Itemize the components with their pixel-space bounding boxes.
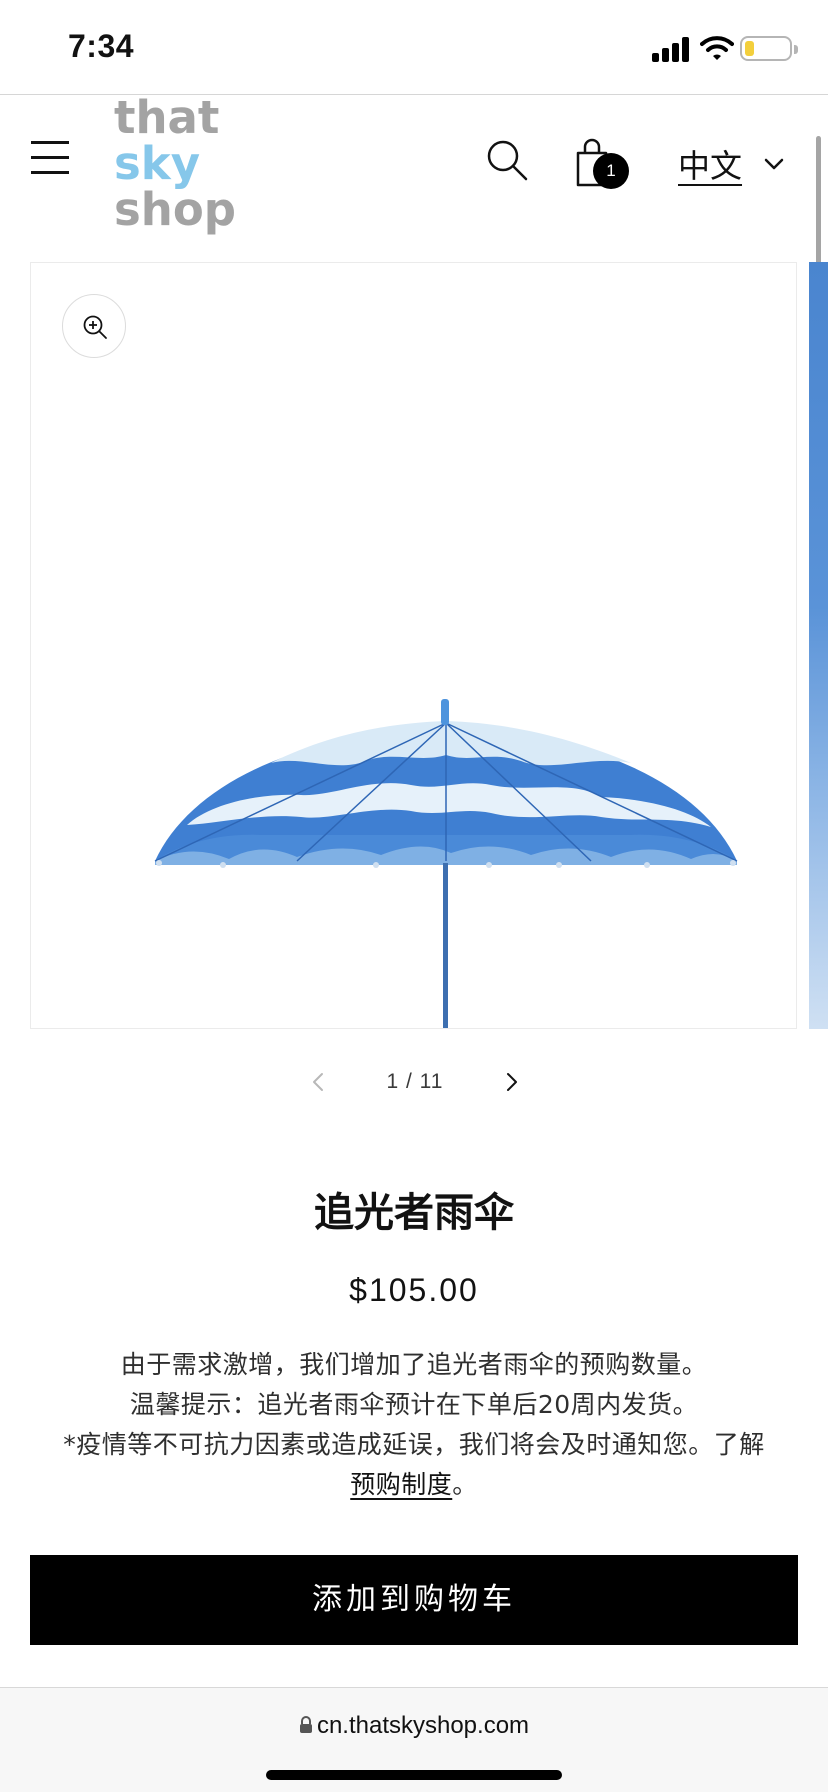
chevron-right-icon[interactable] [502,1066,522,1098]
url-text: cn.thatskyshop.com [316,1712,530,1739]
product-description: 由于需求激增，我们增加了追光者雨伞的预购数量。 温馨提示：追光者雨伞预计在下单后… [30,1345,798,1505]
product-price: $105.00 [349,1272,479,1308]
slide-counter: 1 / 11 [386,1070,444,1093]
menu-icon[interactable] [31,141,69,175]
language-selector[interactable]: 中文 [678,141,784,187]
logo-line-that: that [114,91,220,144]
description-line: 温馨提示：追光者雨伞预计在下单后20周内发货。 [129,1390,699,1419]
cart-count-badge: 1 [593,153,629,189]
language-label: 中文 [678,147,743,185]
description-line: 预购制度。 [30,1465,798,1505]
search-icon[interactable] [486,139,528,181]
next-image-peek[interactable] [809,262,828,1029]
product-title: 追光者雨伞 [314,1190,514,1236]
zoom-in-icon [83,315,107,339]
logo-line-sky: sky [114,137,201,190]
status-bar: 7:34 [0,0,828,95]
site-header: that sky shop 中文 [0,95,828,245]
preorder-policy-link[interactable]: 预购制度 [350,1470,452,1499]
url-field[interactable]: cn.thatskyshop.com [0,1712,828,1740]
product-image-frame[interactable] [30,262,797,1029]
lock-icon [299,1715,312,1733]
link-suffix: 。 [452,1470,478,1499]
chevron-left-icon[interactable] [308,1066,328,1098]
home-indicator[interactable] [266,1770,562,1780]
logo-line-shop: shop [114,183,236,236]
battery-cap [794,45,798,54]
description-line: 由于需求激增，我们增加了追光者雨伞的预购数量。 [120,1350,708,1379]
wifi-icon [700,36,734,60]
slider-navigation: 1 / 11 [0,1066,828,1098]
site-logo[interactable]: that sky shop [114,95,236,233]
chevron-down-icon [764,158,784,170]
browser-address-bar: cn.thatskyshop.com [0,1687,828,1792]
zoom-button[interactable] [62,294,126,358]
add-to-cart-button[interactable]: 添加到购物车 [30,1555,798,1645]
battery-icon [740,36,792,61]
signal-icon [652,36,692,62]
description-line: *疫情等不可抗力因素或造成延误，我们将会及时通知您。了解 [63,1430,765,1459]
umbrella-image [154,699,738,1028]
status-time: 7:34 [68,28,135,64]
